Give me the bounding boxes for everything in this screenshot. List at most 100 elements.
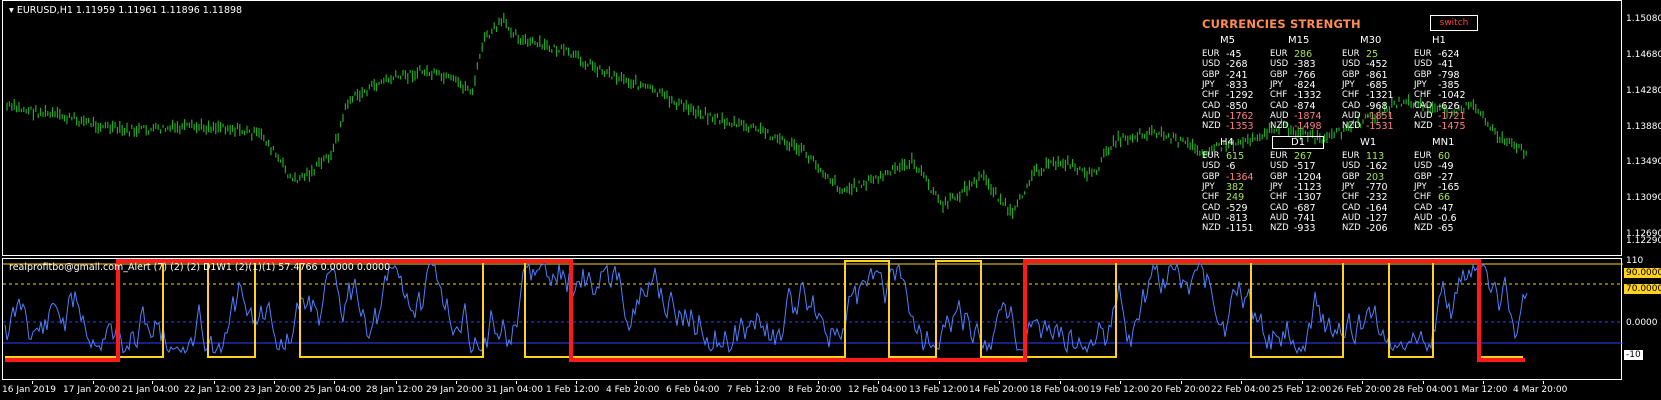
time-axis-label: 22 Jan 12:00 [184,385,241,395]
time-axis-tick [636,381,637,384]
currency-code: JPY [1414,79,1427,90]
currency-code: EUR [1270,151,1288,161]
indicator-axis-label: 70.0000 [1624,284,1661,294]
currency-code: CHF [1342,90,1360,101]
time-axis-tick [1362,381,1363,384]
price-axis-label: 1.13490 [1626,157,1661,167]
timeframe-label: MN1 [1432,137,1455,148]
time-axis-tick [1181,381,1182,384]
time-axis-tick [1543,381,1544,384]
time-axis-tick [1241,381,1242,384]
time-axis-label: 29 Jan 20:00 [426,385,483,395]
timeframe-label: M5 [1220,35,1235,46]
indicator-axis-label: 90.0000 [1624,268,1661,278]
currency-code: EUR [1342,151,1360,161]
time-axis-label: 7 Feb 12:00 [727,385,781,395]
currency-code: JPY [1270,79,1283,90]
currency-code: CHF [1342,192,1360,203]
currency-code: CHF [1202,90,1220,101]
currency-code: NZD [1202,223,1221,234]
time-axis-label: 17 Jan 20:00 [63,385,120,395]
time-axis-label: 4 Feb 20:00 [606,385,660,395]
strength-value: -1151 [1226,223,1254,235]
currency-code: CAD [1270,202,1289,213]
time-axis-label: 25 Feb 12:00 [1272,385,1332,395]
currency-code: EUR [1414,49,1432,59]
currency-code: NZD [1202,121,1221,132]
strength-value: -65 [1438,223,1454,235]
currency-code: GBP [1270,171,1288,182]
currency-code: JPY [1342,181,1355,192]
time-axis-label: 21 Jan 04:00 [122,385,179,395]
currency-code: EUR [1270,49,1288,59]
time-axis-tick [1483,381,1484,384]
time-axis-label: 1 Mar 12:00 [1453,385,1508,395]
currency-code: NZD [1414,223,1433,234]
time-axis-tick [152,381,153,384]
currency-code: CHF [1270,192,1288,203]
time-axis-label: 20 Feb 20:00 [1151,385,1211,395]
timeframe-label[interactable]: D1 [1272,136,1325,149]
red-signal-line [5,259,1525,362]
time-axis-label: 13 Feb 12:00 [909,385,969,395]
time-axis-tick [576,381,577,384]
time-axis-tick [214,381,215,384]
indicator-pane[interactable]: realprofitbo@gmail.com_Alert (7) (2) (2)… [2,258,1623,380]
time-axis-tick [1120,381,1121,384]
timeframe-label: H4 [1220,137,1234,148]
price-axis-label: 1.14680 [1626,50,1661,60]
time-axis-tick [696,381,697,384]
time-axis-label: 28 Jan 12:00 [366,385,423,395]
time-axis-tick [939,381,940,384]
currency-code: GBP [1202,171,1220,182]
switch-button[interactable]: switch [1430,15,1478,31]
time-axis-label: 1 Feb 12:00 [546,385,600,395]
currency-code: EUR [1202,151,1220,161]
time-axis-label: 6 Feb 04:00 [666,385,720,395]
currency-code: NZD [1270,223,1289,234]
time-axis-tick [1060,381,1061,384]
indicator-axis-label: 110 [1626,256,1644,266]
time-axis-label: 23 Jan 20:00 [244,385,301,395]
currency-code: GBP [1202,69,1220,80]
currency-code: USD [1342,59,1361,70]
strength-value: -1353 [1226,121,1254,133]
currency-code: NZD [1342,121,1361,132]
time-axis-label: 28 Feb 04:00 [1393,385,1453,395]
oscillator-line [4,262,1528,355]
time-axis-label: 4 Mar 20:00 [1513,385,1568,395]
price-chart-pane[interactable]: ▾ EURUSD,H1 1.11959 1.11961 1.11896 1.11… [2,0,1622,256]
time-axis-label: 16 Jan 2019 [2,385,56,395]
currency-code: EUR [1202,49,1220,59]
price-axis: 1.15080 1.14680 1.14280 1.13880 1.13490 1.130… [1622,0,1661,256]
time-axis-tick [334,381,335,384]
time-axis-tick [396,381,397,384]
indicator-axis: 110 90.0000 70.0000 0.0000 -10 [1622,256,1661,380]
time-axis-label: 12 Feb 04:00 [848,385,908,395]
currency-code: AUD [1270,212,1289,223]
strength-value: -1531 [1366,121,1394,133]
time-axis-tick [274,381,275,384]
time-axis-label: 18 Feb 04:00 [1030,385,1090,395]
currency-code: CAD [1414,202,1433,213]
currency-code: CHF [1414,90,1432,101]
price-axis-label: 1.12290 [1626,236,1661,246]
currency-code: GBP [1414,171,1432,182]
strength-value: -933 [1294,223,1316,235]
indicator-plot [3,259,1623,362]
time-axis-label: 19 Feb 12:00 [1090,385,1150,395]
currency-code: EUR [1342,49,1360,59]
time-axis-tick [516,381,517,384]
time-axis-tick [818,381,819,384]
currency-code: USD [1202,59,1221,70]
currency-code: USD [1270,59,1289,70]
currency-code: AUD [1270,110,1289,121]
price-axis-label: 1.15080 [1626,14,1661,24]
time-axis-tick [1302,381,1303,384]
time-axis-label: 26 Feb 20:00 [1332,385,1392,395]
currency-code: USD [1202,161,1221,172]
time-axis-label: 14 Feb 20:00 [969,385,1029,395]
time-axis-label: 31 Jan 04:00 [486,385,543,395]
currency-code: NZD [1270,121,1289,132]
currency-code: JPY [1202,181,1215,192]
